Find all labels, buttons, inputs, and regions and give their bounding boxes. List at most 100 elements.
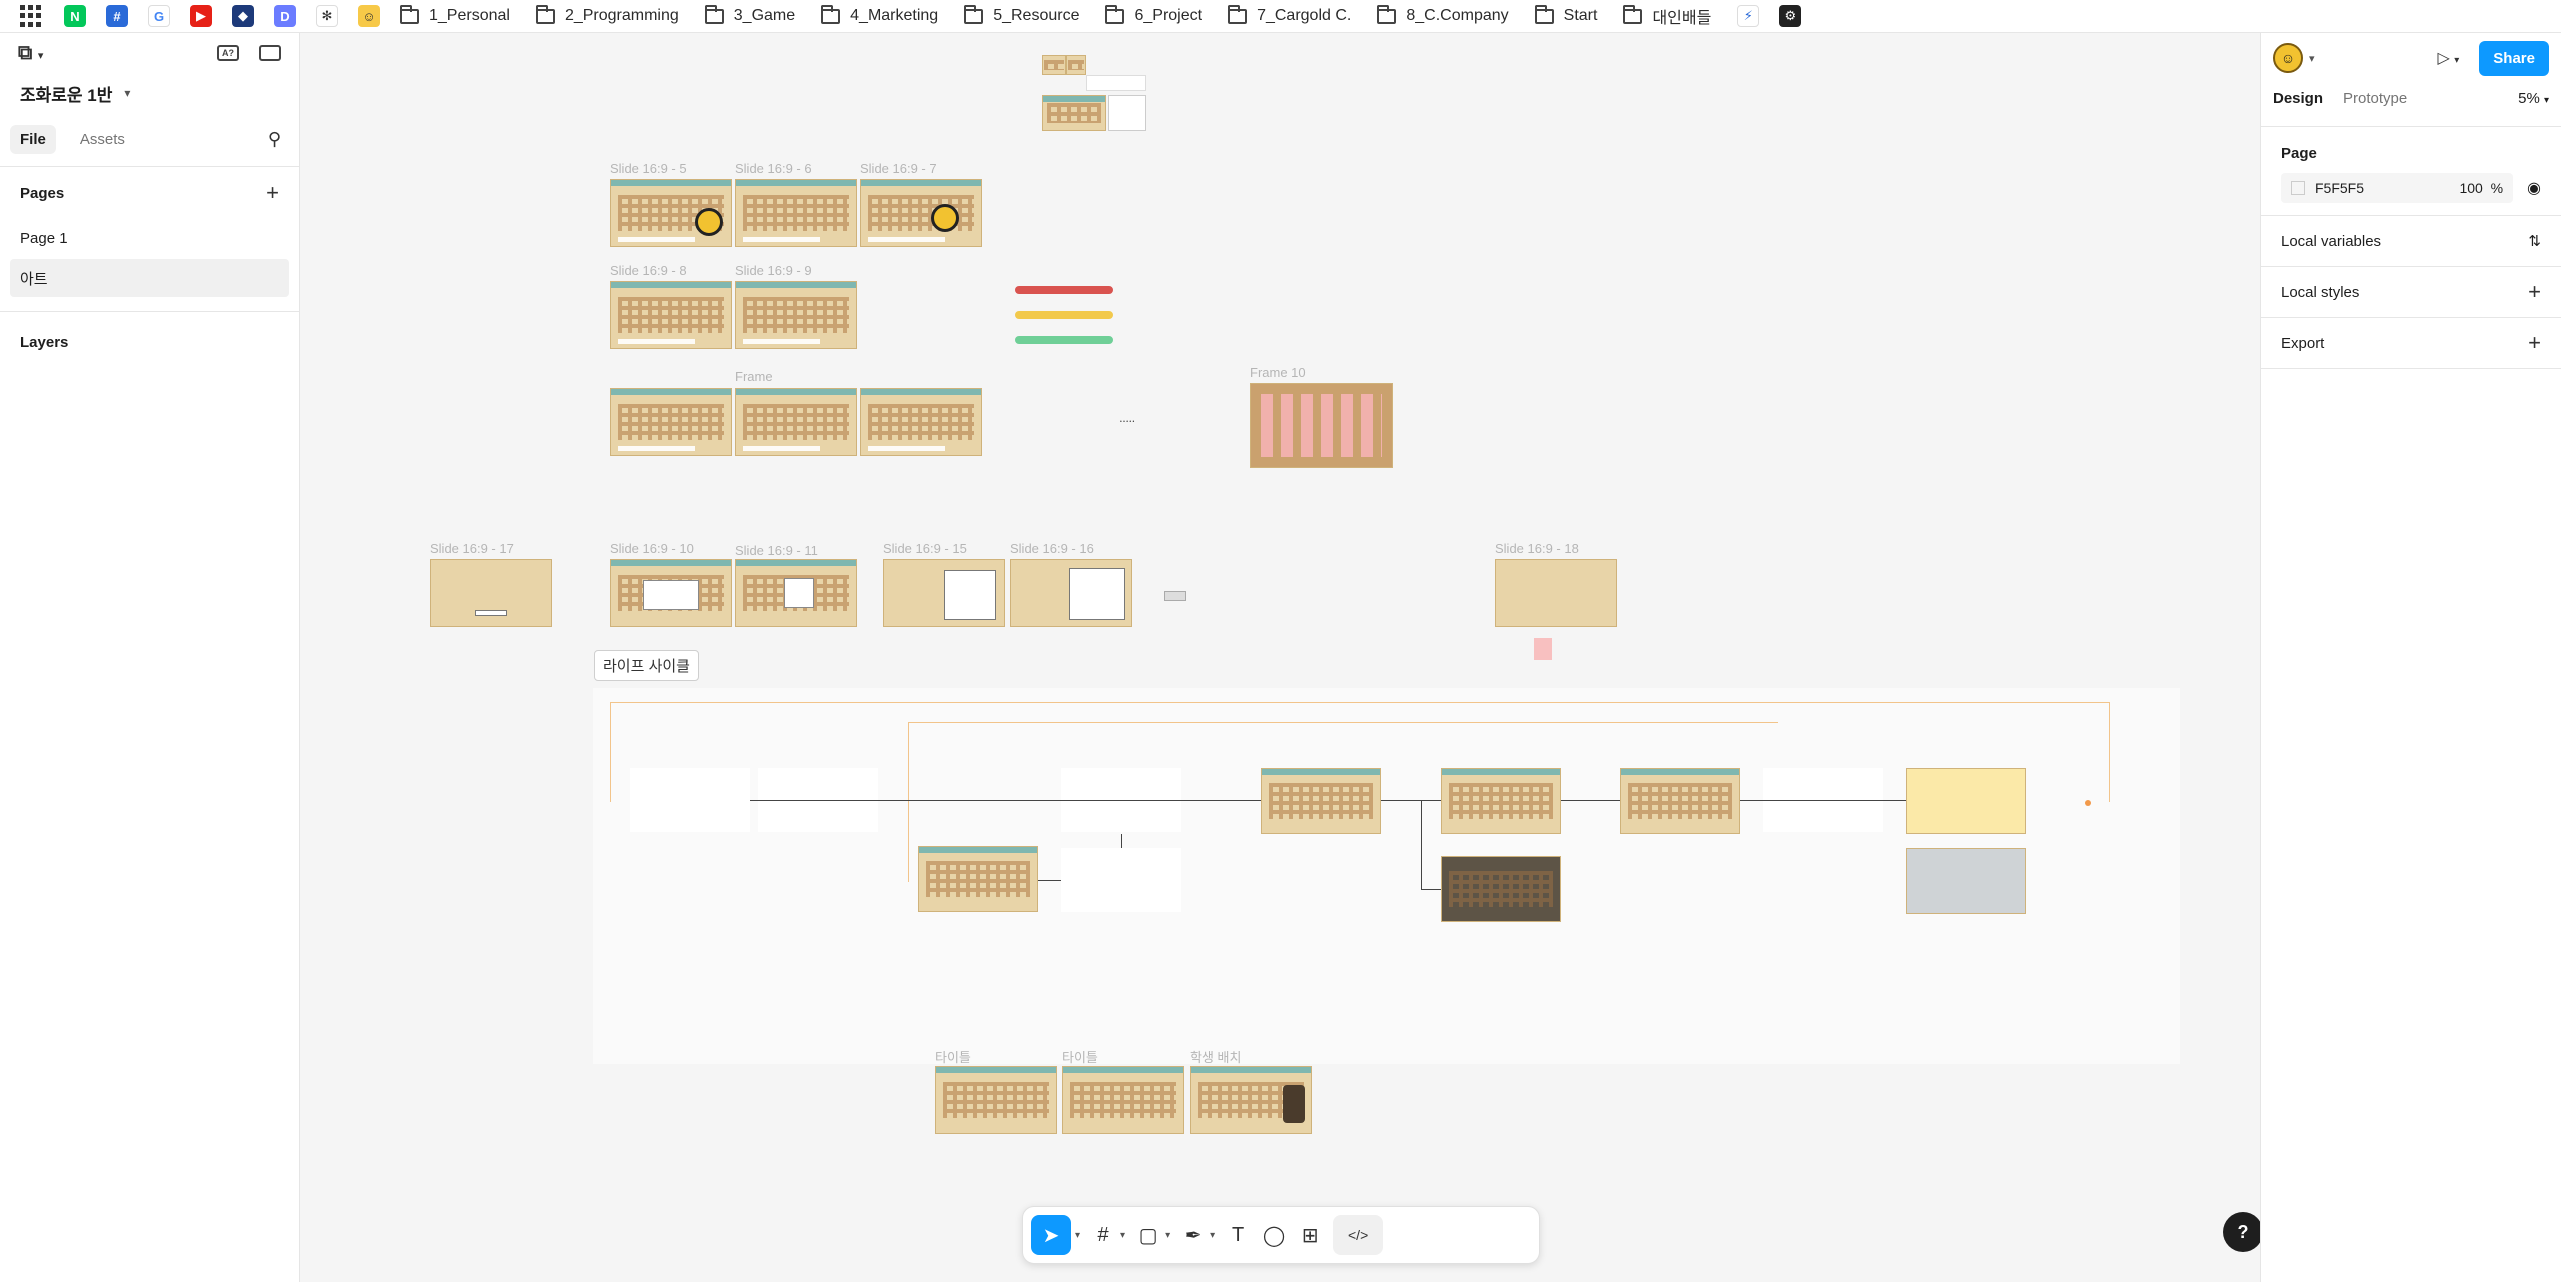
slide[interactable] <box>860 388 982 456</box>
google-icon[interactable]: G <box>148 5 170 27</box>
file-title[interactable]: 조화로운 1반 ▾ <box>0 73 299 113</box>
local-styles-row[interactable]: Local styles + <box>2261 267 2561 318</box>
slide[interactable] <box>610 388 732 456</box>
tab-design[interactable]: Design <box>2273 90 2323 107</box>
bookmark-folder[interactable]: 7_Cargold C. <box>1228 4 1351 25</box>
bookmark-folder[interactable]: 3_Game <box>704 4 795 25</box>
flow-slide[interactable] <box>1441 856 1561 922</box>
ai-icon[interactable]: A? <box>217 45 239 61</box>
slide[interactable] <box>610 559 732 627</box>
chevron-down-icon[interactable]: ▾ <box>2309 52 2315 65</box>
color-swatch[interactable] <box>1015 286 1113 294</box>
bookmark-folder[interactable]: 4_Marketing <box>821 4 938 25</box>
bookmark-icon[interactable]: D <box>274 5 296 27</box>
present-icon[interactable]: ▷ ▾ <box>2438 48 2460 68</box>
help-button[interactable]: ? <box>2223 1212 2260 1252</box>
chevron-down-icon[interactable]: ▾ <box>1120 1230 1125 1241</box>
slide[interactable] <box>935 1066 1057 1134</box>
emoji-icon[interactable]: ☺ <box>358 5 380 27</box>
bookmark-icon[interactable]: ⚡ <box>1737 5 1760 27</box>
page-item[interactable]: Page 1 <box>0 219 289 257</box>
result-card[interactable] <box>1906 848 2026 914</box>
frame-tool-icon[interactable]: # <box>1090 1215 1116 1255</box>
page-fill-input[interactable]: F5F5F5 100 % <box>2281 173 2514 203</box>
lifecycle-label[interactable]: 라이프 사이클 <box>594 650 699 681</box>
slide[interactable] <box>735 281 857 349</box>
slide[interactable] <box>430 559 552 627</box>
bookmark-folder[interactable]: 5_Resource <box>964 4 1079 25</box>
color-swatch[interactable] <box>2291 181 2305 195</box>
slide[interactable] <box>735 388 857 456</box>
naver-icon[interactable]: N <box>64 5 86 27</box>
pen-tool-icon[interactable]: ✒ <box>1180 1215 1206 1255</box>
note[interactable] <box>1086 75 1146 91</box>
resources-tool-icon[interactable]: ⊞ <box>1297 1215 1323 1255</box>
slide[interactable] <box>735 559 857 627</box>
chevron-down-icon[interactable]: ▾ <box>1210 1230 1215 1241</box>
move-tool-icon[interactable]: ➤ <box>1031 1215 1071 1255</box>
thumbnail[interactable] <box>1042 55 1066 75</box>
add-style-button[interactable]: + <box>2528 279 2541 305</box>
slide[interactable] <box>860 179 982 247</box>
slide[interactable] <box>735 179 857 247</box>
sidebar-toggle-icon[interactable] <box>259 45 281 61</box>
chevron-down-icon[interactable]: ▾ <box>1165 1230 1170 1241</box>
bookmark-folder[interactable]: 1_Personal <box>400 4 510 25</box>
rectangle-tool-icon[interactable]: ▢ <box>1135 1215 1161 1255</box>
slide[interactable] <box>610 179 732 247</box>
add-export-button[interactable]: + <box>2528 330 2541 356</box>
flow-slide[interactable] <box>1620 768 1740 834</box>
flow-slide[interactable] <box>918 846 1038 912</box>
text-tool-icon[interactable]: T <box>1225 1215 1251 1255</box>
canvas[interactable]: Slide 16:9 - 5 Slide 16:9 - 6 Slide 16:9… <box>300 33 2260 1282</box>
flow-slide[interactable] <box>1441 768 1561 834</box>
export-row[interactable]: Export + <box>2261 318 2561 369</box>
color-swatch[interactable] <box>1015 311 1113 319</box>
lifecycle-section[interactable] <box>593 688 2180 1064</box>
eye-icon[interactable]: ◉ <box>2527 178 2541 198</box>
search-icon[interactable]: ⚲ <box>268 129 281 150</box>
bookmark-folder[interactable]: 8_C.Company <box>1377 4 1509 25</box>
color-swatch[interactable] <box>1015 336 1113 344</box>
zoom-level[interactable]: 5% ▾ <box>2518 90 2549 107</box>
bookmark-folder[interactable]: 6_Project <box>1105 4 1202 25</box>
youtube-icon[interactable]: ▶ <box>190 5 212 27</box>
slide[interactable] <box>1190 1066 1312 1134</box>
flow-node[interactable] <box>1061 848 1181 912</box>
share-button[interactable]: Share <box>2479 40 2549 76</box>
bookmark-icon[interactable]: # <box>106 5 128 27</box>
slide[interactable] <box>610 281 732 349</box>
bookmark-folder[interactable]: Start <box>1534 4 1597 25</box>
flow-slide[interactable] <box>1261 768 1381 834</box>
sliders-icon[interactable]: ⇅ <box>2528 232 2541 250</box>
bookmark-icon[interactable]: ◆ <box>232 5 254 27</box>
flow-node[interactable] <box>630 768 750 832</box>
bookmark-icon[interactable]: ⚙ <box>1779 5 1802 27</box>
avatar[interactable]: ☺ <box>2273 43 2303 73</box>
figma-menu-icon[interactable]: ⧉ ▾ <box>18 42 43 65</box>
add-page-button[interactable]: + <box>266 180 279 206</box>
small-element[interactable] <box>1534 638 1552 660</box>
page-item-active[interactable]: 아트 <box>10 259 289 297</box>
tab-assets[interactable]: Assets <box>70 125 135 154</box>
result-card[interactable] <box>1906 768 2026 834</box>
openai-icon[interactable]: ✻ <box>316 5 338 27</box>
local-variables-row[interactable]: Local variables ⇅ <box>2261 216 2561 267</box>
slide[interactable] <box>1062 1066 1184 1134</box>
thumbnail[interactable] <box>1042 95 1106 131</box>
frame-10[interactable] <box>1250 383 1393 468</box>
bookmark-folder[interactable]: 대인배들 <box>1623 4 1711 28</box>
thumbnail[interactable] <box>1108 95 1146 131</box>
small-element[interactable] <box>1164 591 1186 601</box>
slide[interactable] <box>883 559 1005 627</box>
bookmark-folder[interactable]: 2_Programming <box>535 4 679 25</box>
slide[interactable] <box>1010 559 1132 627</box>
comment-tool-icon[interactable]: ◯ <box>1261 1215 1287 1255</box>
apps-grid-icon[interactable] <box>20 5 42 27</box>
tab-file[interactable]: File <box>10 125 56 154</box>
thumbnail[interactable] <box>1066 55 1086 75</box>
slide[interactable] <box>1495 559 1617 627</box>
tab-prototype[interactable]: Prototype <box>2343 90 2407 107</box>
chevron-down-icon[interactable]: ▾ <box>1075 1230 1080 1241</box>
dev-mode-icon[interactable]: </> <box>1333 1215 1384 1255</box>
